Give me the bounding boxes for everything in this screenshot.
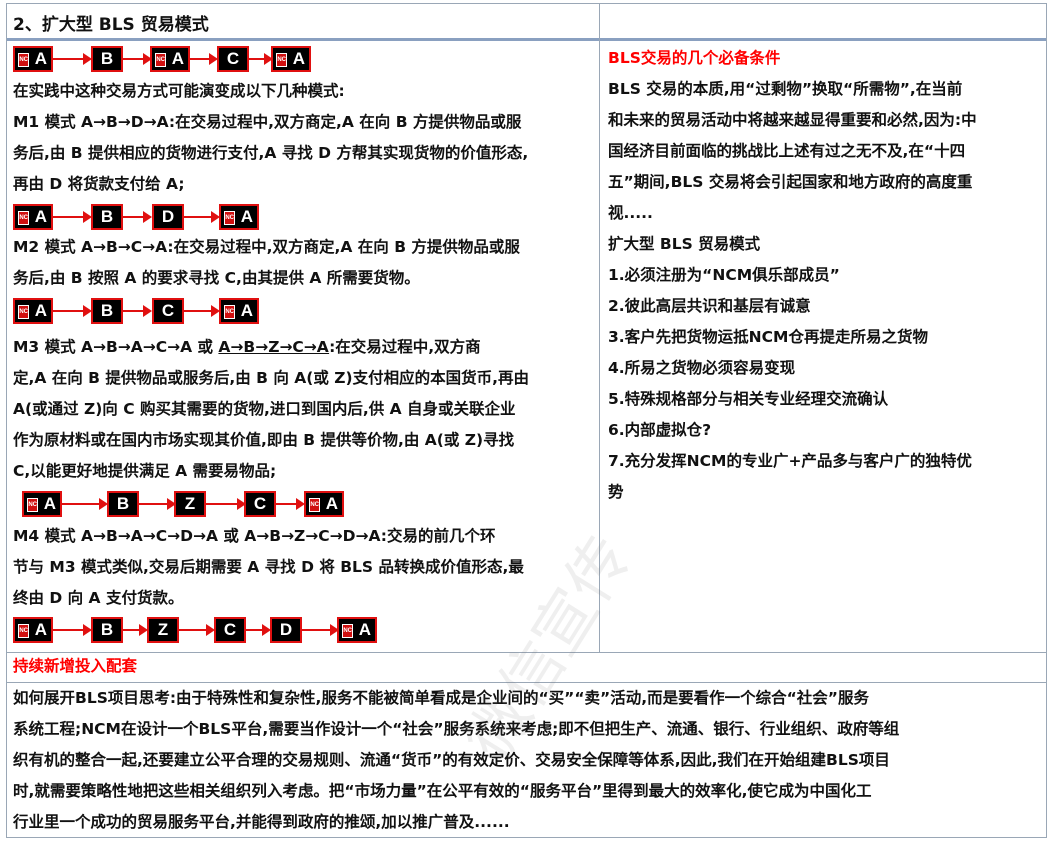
node-b: B (107, 491, 139, 517)
arrow-icon (123, 305, 152, 317)
ncm-logo-icon: NC (27, 498, 38, 512)
node-a: NC A (13, 204, 53, 230)
conditions-heading: BLS交易的几个必备条件 (608, 49, 781, 67)
condition-item: 7.充分发挥NCM的专业广+产品多与客户广的独特优 (608, 452, 972, 470)
m4-line-2: 节与 M3 模式类似,交易后期需要 A 寻找 D 将 BLS 品转换成价值形态,… (13, 558, 524, 576)
arrow-icon (179, 624, 215, 636)
bottom-para-5: 行业里一个成功的贸易服务平台,并能得到政府的推颂,加以推广普及...... (13, 813, 510, 831)
condition-item: 4.所易之货物必须容易变现 (608, 359, 796, 377)
node-a: NC A (271, 46, 311, 72)
conditions-para-3: 国经济目前面临的挑战比上述有过之无不及,在“十四 (608, 142, 966, 160)
page-title: 2、扩大型 BLS 贸易模式 (13, 15, 209, 35)
m3-line-3: A(或通过 Z)向 C 购买其需要的货物,进口到国内后,供 A 自身或关联企业 (13, 400, 516, 418)
m1-line-1: M1 模式 A→B→D→A:在交易过程中,双方商定,A 在向 B 方提供物品或服 (13, 113, 522, 131)
node-a: NC A (337, 617, 377, 643)
node-d: D (152, 204, 184, 230)
arrow-icon (123, 211, 152, 223)
ncm-logo-icon: NC (18, 305, 29, 319)
node-a: NC A (150, 46, 190, 72)
m4-line-3: 终由 D 向 A 支付货款。 (13, 589, 184, 607)
arrow-icon (53, 305, 92, 317)
arrow-icon (184, 305, 220, 317)
m2-line-2: 务后,由 B 按照 A 的要求寻找 C,由其提供 A 所需要货物。 (13, 269, 420, 287)
arrow-icon (246, 624, 271, 636)
node-a: NC A (13, 298, 53, 324)
m3-line-4: 作为原材料或在国内市场实现其价值,即由 B 提供等价物,由 A(或 Z)寻找 (13, 431, 515, 449)
m3-line-2: 定,A 在向 B 提供物品或服务后,由 B 向 A(或 Z)支付相应的本国货币,… (13, 369, 529, 387)
conditions-para-2: 和未来的贸易活动中将越来越显得重要和必然,因为:中 (608, 111, 977, 129)
m2-line-1: M2 模式 A→B→C→A:在交易过程中,双方商定,A 在向 B 方提供物品或服 (13, 238, 520, 256)
ncm-logo-icon: NC (155, 53, 166, 67)
node-c: C (244, 491, 276, 517)
m4-line-1: M4 模式 A→B→A→C→D→A 或 A→B→Z→C→D→A:交易的前几个环 (13, 527, 496, 545)
m3-line-1: M3 模式 A→B→A→C→A 或 A→B→Z→C→A:在交易过程中,双方商 (13, 338, 481, 356)
arrow-icon (184, 211, 220, 223)
arrow-icon (206, 498, 246, 510)
arrow-icon (139, 498, 176, 510)
node-a: NC A (219, 298, 259, 324)
ncm-logo-icon: NC (309, 498, 320, 512)
node-c: C (214, 617, 246, 643)
node-b: B (91, 617, 123, 643)
node-z: Z (174, 491, 206, 517)
column-divider (599, 4, 600, 652)
condition-item: 6.内部虚拟仓? (608, 421, 712, 439)
node-d: D (270, 617, 302, 643)
node-a: NC A (304, 491, 344, 517)
intro-text: 在实践中这种交易方式可能演变成以下几种模式: (13, 82, 345, 100)
arrow-icon (123, 624, 148, 636)
arrow-icon (53, 624, 92, 636)
ncm-logo-icon: NC (224, 211, 235, 225)
table-header: 2、扩大型 BLS 贸易模式 (7, 4, 1046, 41)
m3-line-5: C,以能更好地提供满足 A 需要易物品; (13, 462, 277, 480)
bottom-para-3: 织有机的整合一起,还要建立公平合理的交易规则、流通“货币”的有效定价、交易安全保… (13, 751, 890, 769)
ncm-logo-icon: NC (18, 211, 29, 225)
bottom-heading: 持续新增投入配套 (13, 657, 138, 675)
conditions-para-5: 视..... (608, 204, 653, 222)
node-b: B (91, 204, 123, 230)
m1-line-3: 再由 D 将货款支付给 A; (13, 175, 185, 193)
node-a: NC A (13, 617, 53, 643)
arrow-icon (53, 53, 92, 65)
node-a: NC A (13, 46, 53, 72)
condition-item: 3.客户先把货物运抵NCM仓再提走所易之货物 (608, 328, 928, 346)
arrow-icon (190, 53, 218, 65)
bottom-para-1: 如何展开BLS项目思考:由于特殊性和复杂性,服务不能被简单看成是企业间的“买”“… (13, 689, 869, 707)
arrow-icon (302, 624, 339, 636)
condition-item: 2.彼此高层共识和基层有诚意 (608, 297, 811, 315)
ncm-logo-icon: NC (18, 53, 29, 67)
arrow-icon (276, 498, 305, 510)
m1-line-2: 务后,由 B 提供相应的货物进行支付,A 寻找 D 方帮其实现货物的价值形态, (13, 144, 529, 162)
node-a: NC A (219, 204, 259, 230)
ncm-logo-icon: NC (18, 624, 29, 638)
conditions-para-1: BLS 交易的本质,用“过剩物”换取“所需物”,在当前 (608, 80, 963, 98)
arrow-icon (249, 53, 273, 65)
bottom-para-4: 时,就需要策略性地把这些相关组织列入考虑。把“市场力量”在公平有效的“服务平台”… (13, 782, 872, 800)
arrow-icon (62, 498, 108, 510)
conditions-para-4: 五”期间,BLS 交易将会引起国家和地方政府的高度重 (608, 173, 973, 191)
node-c: C (217, 46, 249, 72)
condition-item: 1.必须注册为“NCM俱乐部成员” (608, 266, 840, 284)
ncm-logo-icon: NC (224, 305, 235, 319)
node-b: B (91, 298, 123, 324)
arrow-icon (53, 211, 92, 223)
ncm-logo-icon: NC (342, 624, 353, 638)
node-c: C (152, 298, 184, 324)
content-table: 2、扩大型 BLS 贸易模式 NC A B NC A C NC A 在实践中这种交易方… (6, 3, 1047, 838)
condition-item: 势 (608, 483, 624, 501)
conditions-subhead: 扩大型 BLS 贸易模式 (608, 235, 761, 253)
arrow-icon (123, 53, 152, 65)
condition-item: 5.特殊规格部分与相关专业经理交流确认 (608, 390, 889, 408)
node-a: NC A (22, 491, 62, 517)
node-z: Z (147, 617, 179, 643)
ncm-logo-icon: NC (276, 53, 287, 67)
node-b: B (91, 46, 123, 72)
bottom-para-2: 系统工程;NCM在设计一个BLS平台,需要当作设计一个“社会”服务系统来考虑;即… (13, 720, 900, 738)
